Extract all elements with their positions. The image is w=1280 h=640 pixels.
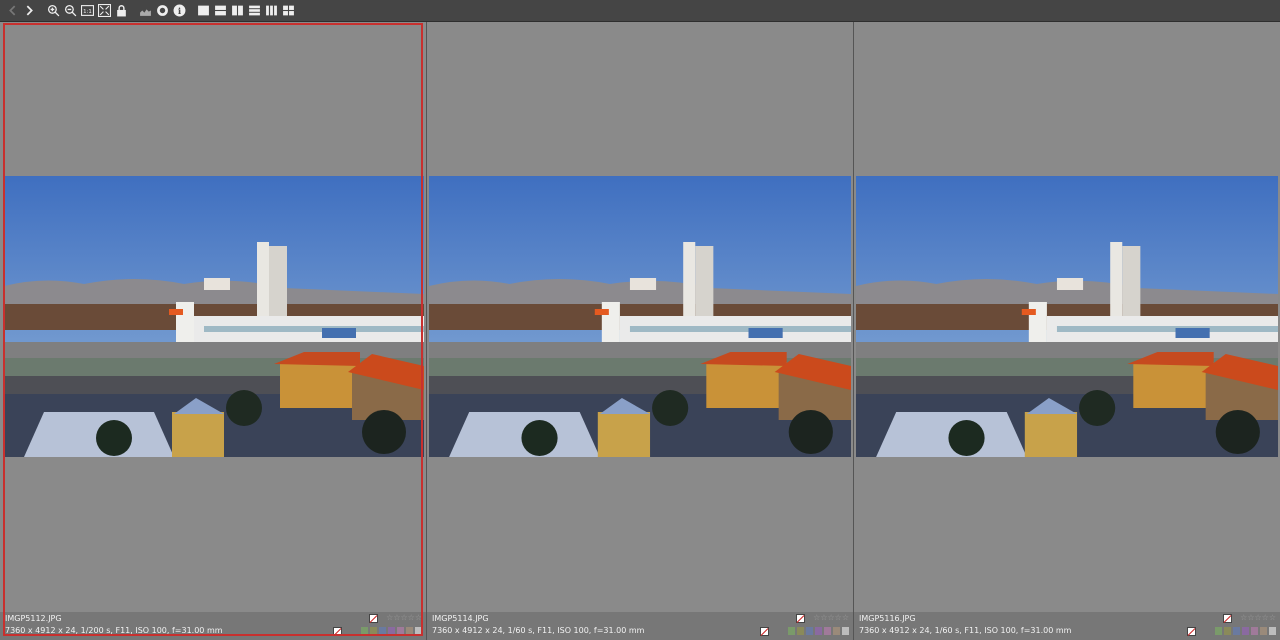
color-label-swatch[interactable]	[806, 627, 813, 635]
back-icon[interactable]	[4, 2, 20, 20]
compare-panel-3[interactable]: IMGP5116.JPG 7360 x 4912 x 24, 1/60 s, F…	[854, 22, 1280, 640]
exif-label: 7360 x 4912 x 24, 1/60 s, F11, ISO 100, …	[432, 626, 645, 635]
actual-size-icon[interactable]: 1:1	[79, 2, 95, 20]
rating-stars[interactable]: ☆☆☆☆☆	[386, 613, 422, 622]
color-label-swatch[interactable]	[1260, 627, 1267, 635]
color-label-swatch[interactable]	[379, 627, 386, 635]
fit-to-screen-icon[interactable]	[96, 2, 112, 20]
color-label-swatch[interactable]	[388, 627, 395, 635]
exif-label: 7360 x 4912 x 24, 1/60 s, F11, ISO 100, …	[859, 626, 1072, 635]
layout-three-horizontal-icon[interactable]	[246, 2, 262, 20]
color-labels[interactable]	[361, 627, 422, 635]
color-label-swatch[interactable]	[824, 627, 831, 635]
filename-label: IMGP5116.JPG	[859, 614, 916, 623]
color-label-swatch[interactable]	[397, 627, 404, 635]
info-icon[interactable]: i	[171, 2, 187, 20]
color-label-swatch[interactable]	[406, 627, 413, 635]
clear-label-icon[interactable]	[333, 627, 342, 636]
photo-preview[interactable]	[856, 176, 1278, 457]
color-label-swatch[interactable]	[815, 627, 822, 635]
color-label-swatch[interactable]	[788, 627, 795, 635]
lock-icon[interactable]	[113, 2, 129, 20]
reject-flag-icon[interactable]	[796, 614, 805, 623]
forward-icon[interactable]	[21, 2, 37, 20]
layout-single-icon[interactable]	[195, 2, 211, 20]
image-info-bar: IMGP5114.JPG 7360 x 4912 x 24, 1/60 s, F…	[427, 612, 853, 640]
color-label-swatch[interactable]	[370, 627, 377, 635]
image-info-bar: IMGP5116.JPG 7360 x 4912 x 24, 1/60 s, F…	[854, 612, 1280, 640]
layout-four-icon[interactable]	[280, 2, 296, 20]
compare-grid: IMGP5112.JPG 7360 x 4912 x 24, 1/200 s, …	[0, 22, 1280, 640]
layout-three-vertical-icon[interactable]	[263, 2, 279, 20]
color-label-swatch[interactable]	[1233, 627, 1240, 635]
compare-panel-1[interactable]: IMGP5112.JPG 7360 x 4912 x 24, 1/200 s, …	[0, 22, 426, 640]
rating-stars[interactable]: ☆☆☆☆☆	[1240, 613, 1276, 622]
filename-label: IMGP5112.JPG	[5, 614, 62, 623]
color-label-swatch[interactable]	[1242, 627, 1249, 635]
color-label-swatch[interactable]	[1224, 627, 1231, 635]
photo-preview[interactable]	[429, 176, 851, 457]
layout-two-vertical-icon[interactable]	[229, 2, 245, 20]
color-label-swatch[interactable]	[1269, 627, 1276, 635]
toolbar: 1:1 i	[0, 0, 1280, 22]
image-info-bar: IMGP5112.JPG 7360 x 4912 x 24, 1/200 s, …	[0, 612, 426, 640]
photo-preview[interactable]	[4, 176, 424, 457]
clear-label-icon[interactable]	[1187, 627, 1196, 636]
svg-text:1:1: 1:1	[83, 9, 92, 15]
zoom-in-icon[interactable]	[45, 2, 61, 20]
histogram-icon[interactable]	[137, 2, 153, 20]
color-target-icon[interactable]	[154, 2, 170, 20]
reject-flag-icon[interactable]	[369, 614, 378, 623]
color-label-swatch[interactable]	[361, 627, 368, 635]
color-label-swatch[interactable]	[1251, 627, 1258, 635]
color-label-swatch[interactable]	[833, 627, 840, 635]
rating-stars[interactable]: ☆☆☆☆☆	[813, 613, 849, 622]
color-label-swatch[interactable]	[1215, 627, 1222, 635]
compare-panel-2[interactable]: IMGP5114.JPG 7360 x 4912 x 24, 1/60 s, F…	[427, 22, 853, 640]
color-label-swatch[interactable]	[415, 627, 422, 635]
color-label-swatch[interactable]	[842, 627, 849, 635]
zoom-out-icon[interactable]	[62, 2, 78, 20]
color-labels[interactable]	[788, 627, 849, 635]
filename-label: IMGP5114.JPG	[432, 614, 489, 623]
exif-label: 7360 x 4912 x 24, 1/200 s, F11, ISO 100,…	[5, 626, 223, 635]
color-label-swatch[interactable]	[797, 627, 804, 635]
clear-label-icon[interactable]	[760, 627, 769, 636]
layout-two-horizontal-icon[interactable]	[212, 2, 228, 20]
reject-flag-icon[interactable]	[1223, 614, 1232, 623]
color-labels[interactable]	[1215, 627, 1276, 635]
